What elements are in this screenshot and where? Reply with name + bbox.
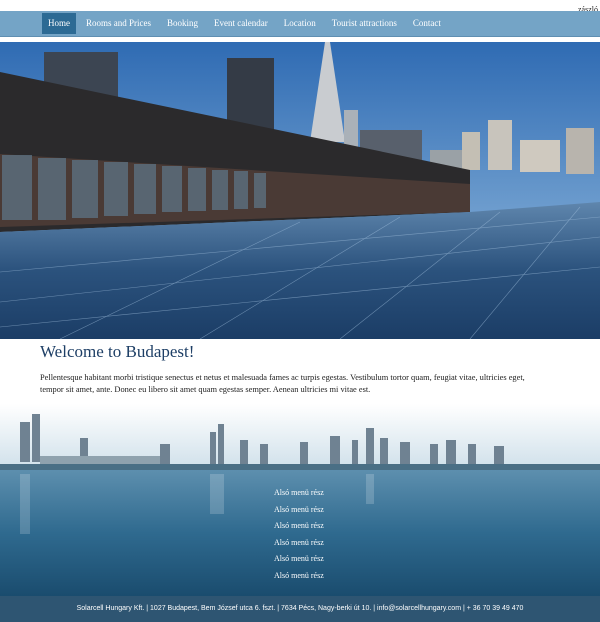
lower-menu-item[interactable]: Alsó menü rész <box>274 538 324 555</box>
nav-event-calendar[interactable]: Event calendar <box>208 13 274 34</box>
lower-menu-item[interactable]: Alsó menü rész <box>274 554 324 571</box>
nav-rooms-and-prices[interactable]: Rooms and Prices <box>80 13 157 34</box>
hero-solar-panel-image <box>0 42 600 339</box>
nav-tourist-attractions[interactable]: Tourist attractions <box>326 13 403 34</box>
lower-menu-item[interactable]: Alsó menü rész <box>274 521 324 538</box>
lower-menu-item[interactable]: Alsó menü rész <box>274 488 324 505</box>
footer: Solarcell Hungary Kft. | 1027 Budapest, … <box>0 596 600 622</box>
top-navigation-bar: Home Rooms and Prices Booking Event cale… <box>0 11 600 37</box>
main-content: Welcome to Budapest! Pellentesque habita… <box>40 342 550 395</box>
nav-location[interactable]: Location <box>278 13 322 34</box>
lower-menu-item[interactable]: Alsó menü rész <box>274 505 324 522</box>
lower-menu-item[interactable]: Alsó menü rész <box>274 571 324 588</box>
nav-menu: Home Rooms and Prices Booking Event cale… <box>42 13 451 34</box>
nav-booking[interactable]: Booking <box>161 13 204 34</box>
lower-menu: Alsó menü rész Alsó menü rész Alsó menü … <box>274 488 324 588</box>
nav-home[interactable]: Home <box>42 13 76 34</box>
nav-contact[interactable]: Contact <box>407 13 447 34</box>
footer-contact-text: Solarcell Hungary Kft. | 1027 Budapest, … <box>76 605 524 612</box>
page-title: Welcome to Budapest! <box>40 342 195 361</box>
intro-paragraph: Pellentesque habitant morbi tristique se… <box>40 373 525 394</box>
